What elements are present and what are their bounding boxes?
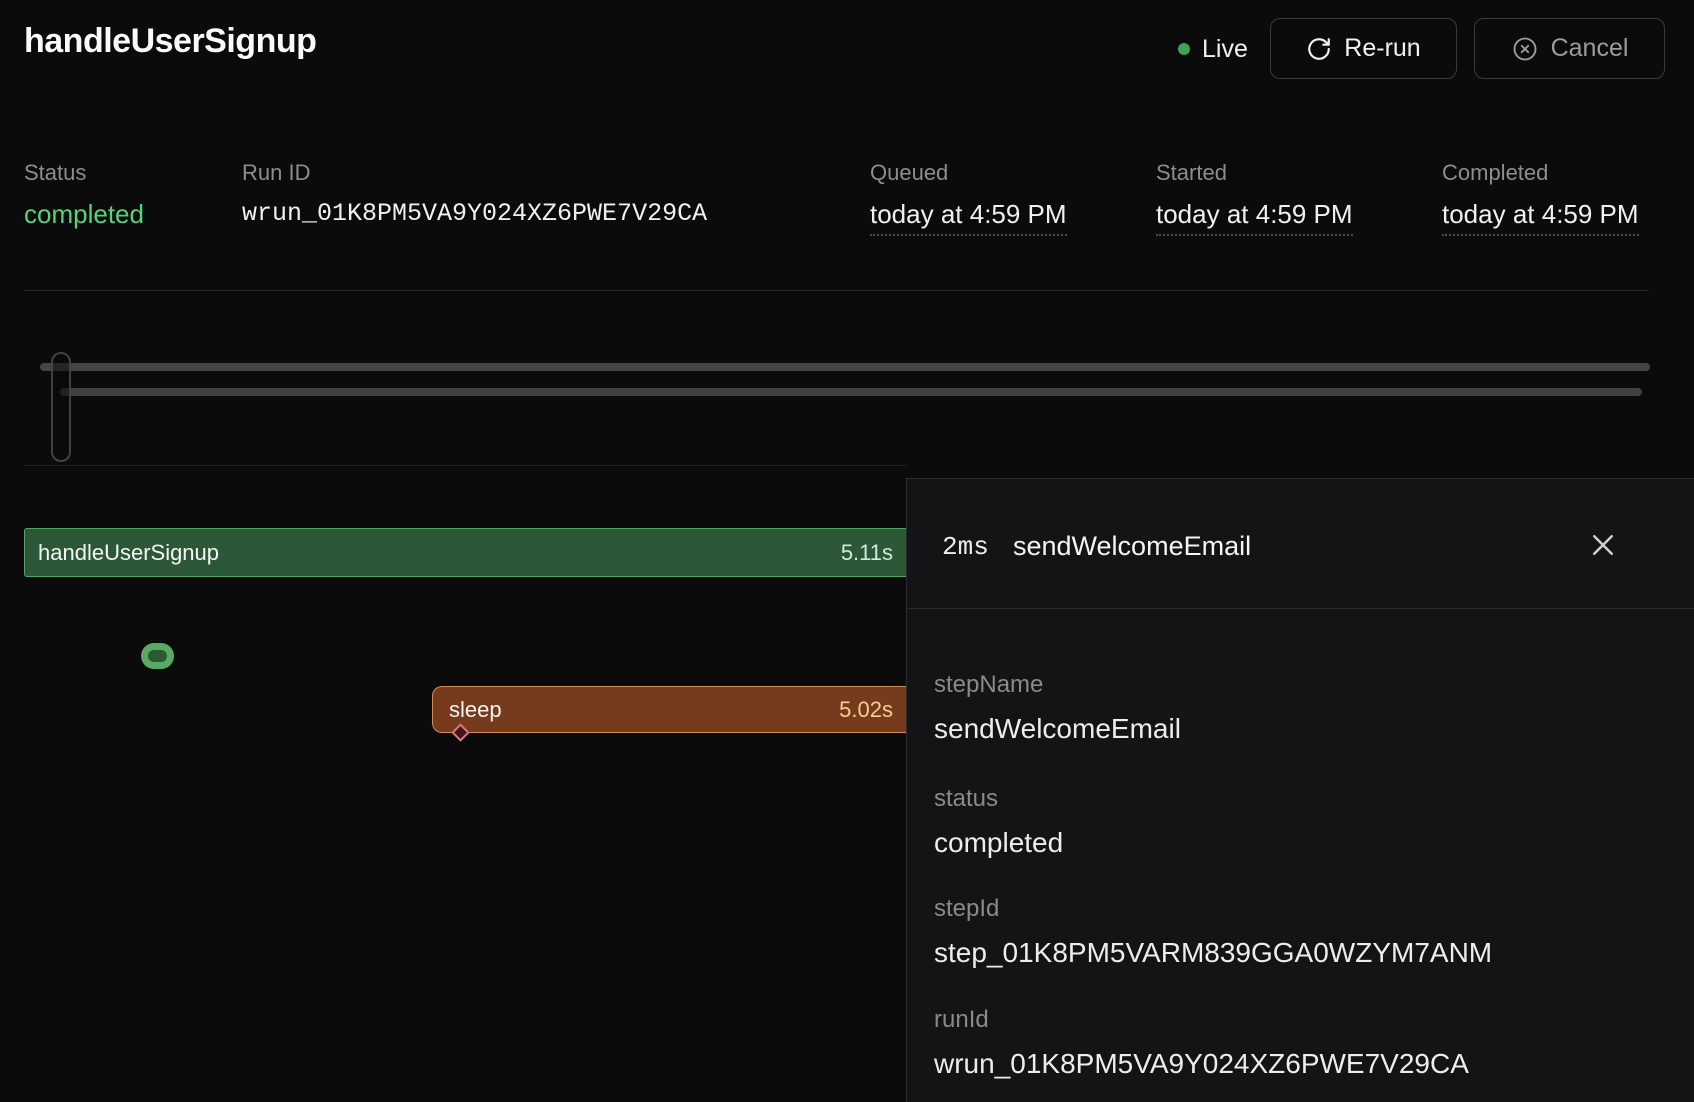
rerun-button[interactable]: Re-run — [1270, 18, 1457, 79]
rerun-icon — [1306, 36, 1332, 62]
completed-label: Completed — [1442, 160, 1639, 186]
run-id-label: Run ID — [242, 160, 707, 186]
field-value: sendWelcomeEmail — [934, 712, 1181, 746]
step-detail-panel: 2ms sendWelcomeEmail stepName sendWelcom… — [906, 478, 1694, 1102]
header-divider — [24, 290, 1649, 291]
status-label: Status — [24, 160, 144, 186]
field-label: stepName — [934, 671, 1181, 699]
live-dot-icon — [1178, 43, 1190, 55]
span-duration: 5.02s — [839, 697, 893, 723]
close-icon — [1588, 530, 1618, 563]
span-bar-sleep[interactable]: sleep 5.02s — [432, 686, 906, 733]
meta-started: Started today at 4:59 PM — [1156, 160, 1353, 236]
rerun-label: Re-run — [1344, 34, 1420, 63]
minimap-span-bar — [60, 388, 1642, 396]
status-value: completed — [24, 199, 144, 230]
field-value: completed — [934, 826, 1063, 860]
step-title: sendWelcomeEmail — [1013, 531, 1251, 562]
meta-queued: Queued today at 4:59 PM — [870, 160, 1067, 236]
page-title: handleUserSignup — [24, 22, 316, 61]
run-id-value: wrun_01K8PM5VA9Y024XZ6PWE7V29CA — [242, 199, 707, 228]
queued-value[interactable]: today at 4:59 PM — [870, 199, 1067, 236]
timeline-minimap[interactable] — [0, 320, 1694, 480]
span-label: sleep — [449, 697, 502, 723]
field-label: runId — [934, 1006, 1469, 1034]
field-label: status — [934, 785, 1063, 813]
queued-label: Queued — [870, 160, 1067, 186]
completed-value[interactable]: today at 4:59 PM — [1442, 199, 1639, 236]
close-panel-button[interactable] — [1573, 516, 1633, 576]
step-marker-sendWelcomeEmail[interactable] — [141, 643, 174, 669]
cancel-button[interactable]: Cancel — [1474, 18, 1665, 79]
field-status: status completed — [934, 785, 1063, 860]
field-value: wrun_01K8PM5VA9Y024XZ6PWE7V29CA — [934, 1047, 1469, 1081]
field-label: stepId — [934, 895, 1492, 923]
step-marker-inner — [148, 650, 167, 662]
panel-header: 2ms sendWelcomeEmail — [907, 479, 1694, 609]
span-bar-handleUserSignup[interactable]: handleUserSignup 5.11s — [24, 528, 906, 577]
step-duration: 2ms — [942, 532, 989, 562]
minimap-span-bar — [40, 363, 1650, 371]
span-label: handleUserSignup — [38, 540, 219, 566]
minimap-drag-handle[interactable] — [51, 352, 71, 462]
meta-run-id: Run ID wrun_01K8PM5VA9Y024XZ6PWE7V29CA — [242, 160, 707, 228]
span-duration: 5.11s — [841, 540, 893, 566]
run-details-page: handleUserSignup Live Re-run Cancel Stat… — [0, 0, 1694, 1102]
started-label: Started — [1156, 160, 1353, 186]
cancel-label: Cancel — [1551, 34, 1629, 63]
minimap-divider — [24, 465, 906, 466]
field-value: step_01K8PM5VARM839GGA0WZYM7ANM — [934, 936, 1492, 970]
live-toggle[interactable]: Live — [1178, 32, 1248, 66]
meta-completed: Completed today at 4:59 PM — [1442, 160, 1639, 236]
live-label: Live — [1202, 35, 1248, 64]
field-stepId: stepId step_01K8PM5VARM839GGA0WZYM7ANM — [934, 895, 1492, 970]
meta-status: Status completed — [24, 160, 144, 230]
field-runId: runId wrun_01K8PM5VA9Y024XZ6PWE7V29CA — [934, 1006, 1469, 1081]
started-value[interactable]: today at 4:59 PM — [1156, 199, 1353, 236]
field-stepName: stepName sendWelcomeEmail — [934, 671, 1181, 746]
cancel-circle-icon — [1511, 35, 1539, 63]
